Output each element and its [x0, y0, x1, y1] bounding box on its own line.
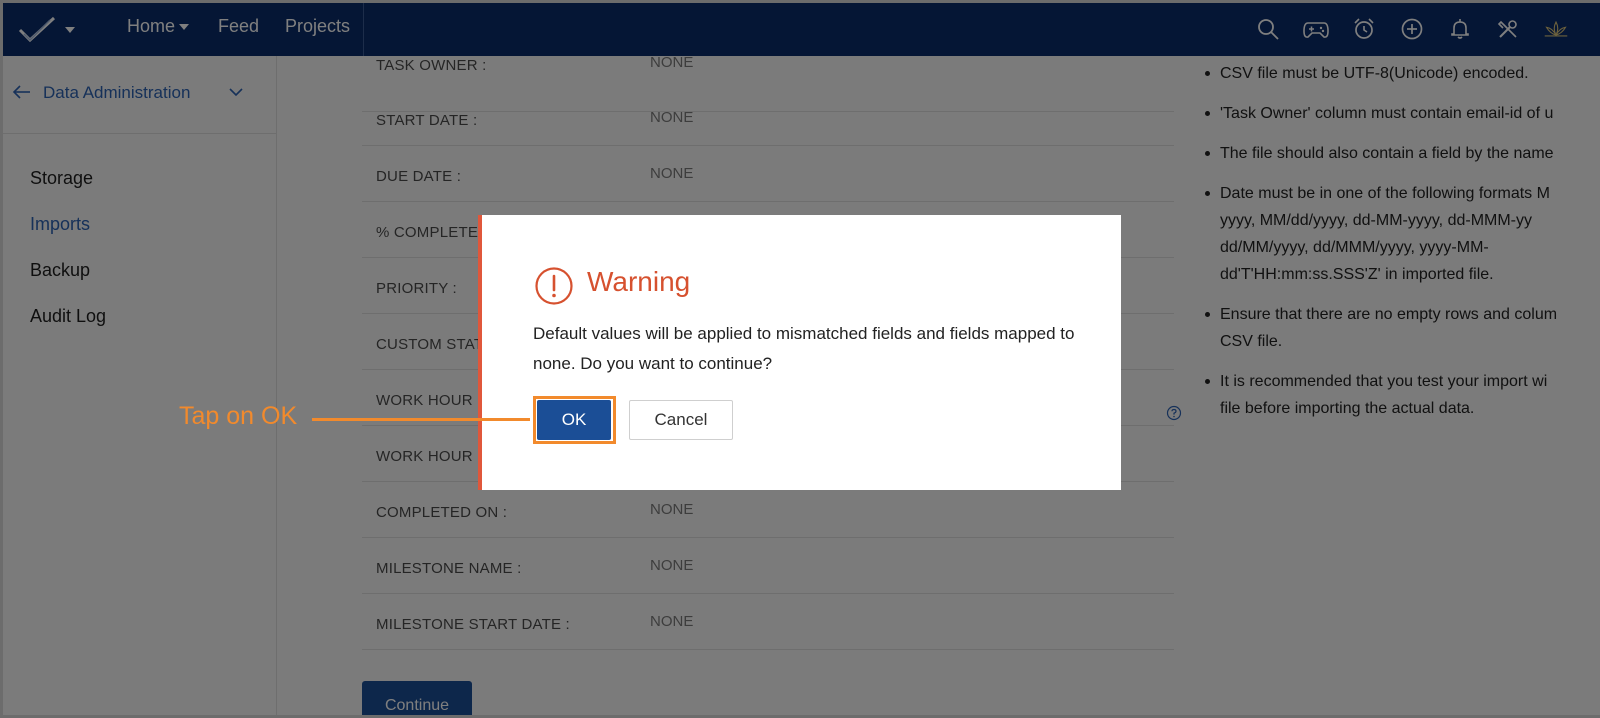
- callout-label: Tap on OK: [179, 402, 298, 430]
- ok-button[interactable]: OK: [537, 400, 611, 440]
- dialog-message: Default values will be applied to mismat…: [533, 324, 1075, 373]
- warning-dialog: Warning Default values will be applied t…: [478, 215, 1121, 490]
- callout-pointer-line: [312, 418, 530, 421]
- warning-icon: [535, 267, 573, 305]
- cancel-button[interactable]: Cancel: [629, 400, 733, 440]
- screen-frame: Home Feed Projects: [0, 0, 1600, 718]
- dialog-title: Warning: [587, 266, 691, 297]
